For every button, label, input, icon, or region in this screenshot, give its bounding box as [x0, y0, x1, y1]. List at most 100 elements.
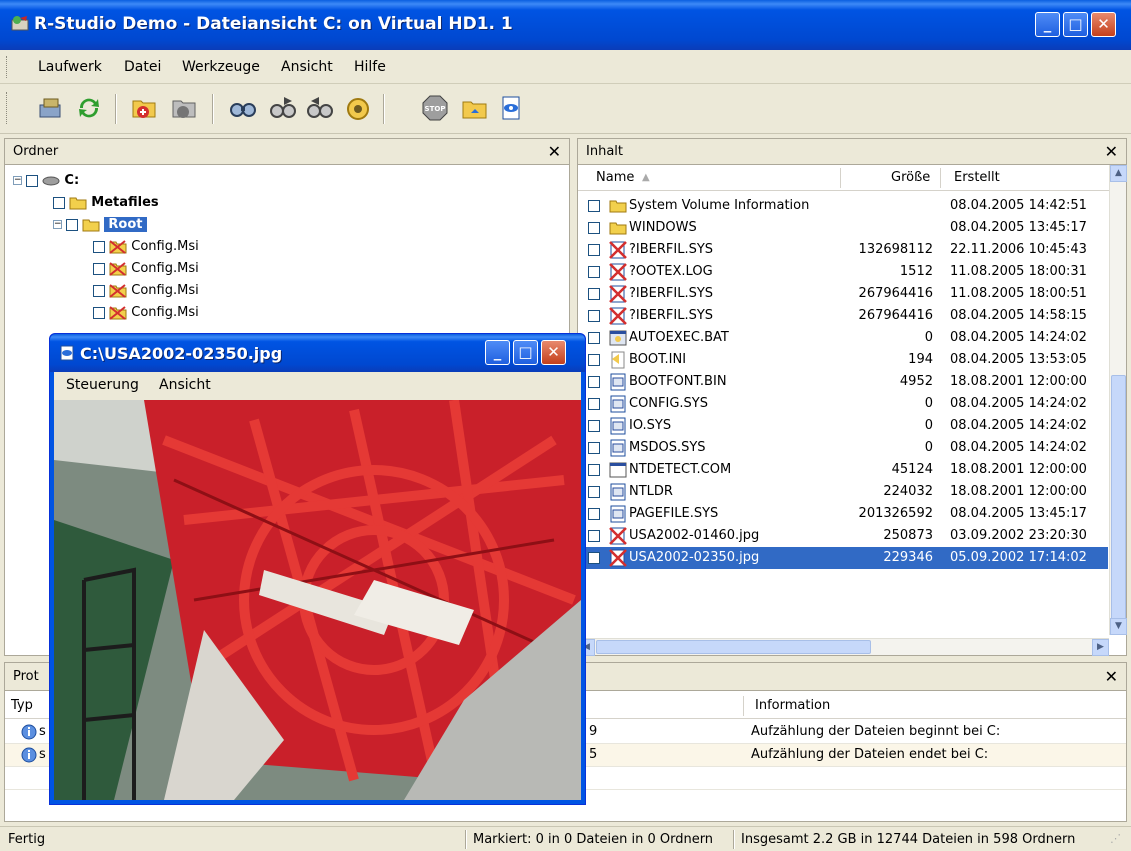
refresh-icon[interactable]	[74, 93, 104, 123]
menu-hilfe[interactable]: Hilfe	[354, 59, 386, 75]
column-header-created[interactable]: Erstellt	[954, 170, 1000, 185]
file-checkbox[interactable]	[588, 244, 600, 256]
column-header-size[interactable]: Größe	[891, 170, 930, 185]
menu-datei[interactable]: Datei	[124, 59, 161, 75]
tree-checkbox[interactable]	[93, 284, 105, 297]
file-checkbox[interactable]	[588, 376, 600, 388]
viewer-close-button[interactable]: ✕	[541, 340, 566, 365]
file-size: 229346	[883, 550, 933, 565]
file-row[interactable]: WINDOWS 08.04.2005 13:45:17	[578, 217, 1108, 239]
file-row[interactable]: CONFIG.SYS 0 08.04.2005 14:24:02	[578, 393, 1108, 415]
file-checkbox[interactable]	[588, 486, 600, 498]
file-checkbox[interactable]	[588, 288, 600, 300]
tree-node-config-msi[interactable]: Config.Msi	[93, 261, 199, 283]
viewer-minimize-button[interactable]: _	[485, 340, 510, 365]
log-panel-close-icon[interactable]: ✕	[1105, 667, 1118, 686]
file-checkbox[interactable]	[588, 354, 600, 366]
tree-node-config-msi[interactable]: Config.Msi	[93, 305, 199, 327]
horizontal-scrollbar[interactable]: ◀ ▶	[578, 638, 1109, 656]
tree-node-drive-c[interactable]: − C:	[13, 173, 79, 195]
file-checkbox[interactable]	[588, 200, 600, 212]
file-checkbox[interactable]	[588, 398, 600, 410]
image-viewer-window[interactable]: C:\USA2002-02350.jpg _ □ ✕ Steuerung Ans…	[49, 333, 586, 805]
file-checkbox[interactable]	[588, 530, 600, 542]
viewer-maximize-button[interactable]: □	[513, 340, 538, 365]
find-next-icon[interactable]	[268, 93, 298, 123]
file-row[interactable]: USA2002-01460.jpg 250873 03.09.2002 23:20:…	[578, 525, 1108, 547]
menu-werkzeuge[interactable]: Werkzeuge	[182, 59, 260, 75]
file-row[interactable]: NTLDR 224032 18.08.2001 12:00:00	[578, 481, 1108, 503]
column-divider[interactable]	[940, 168, 941, 188]
find-icon[interactable]	[228, 93, 258, 123]
file-checkbox[interactable]	[588, 420, 600, 432]
tree-checkbox[interactable]	[66, 218, 79, 231]
stop-icon[interactable]: STOP	[420, 93, 450, 123]
tree-node-root[interactable]: − Root	[53, 217, 147, 239]
toolbar-grip[interactable]	[6, 92, 9, 124]
collapse-icon[interactable]: −	[53, 220, 62, 229]
tree-checkbox[interactable]	[53, 196, 65, 209]
main-title-bar[interactable]: R-Studio Demo - Dateiansicht C: on Virtu…	[0, 0, 1131, 50]
tree-node-metafiles[interactable]: Metafiles	[53, 195, 159, 217]
recover-icon[interactable]	[130, 93, 160, 123]
file-checkbox[interactable]	[588, 266, 600, 278]
resize-grip-icon[interactable]: ⋰	[1110, 827, 1121, 851]
file-checkbox[interactable]	[588, 442, 600, 454]
tree-checkbox[interactable]	[26, 174, 39, 187]
file-checkbox[interactable]	[588, 552, 600, 564]
maximize-button[interactable]: □	[1063, 12, 1088, 37]
viewer-title-bar[interactable]: C:\USA2002-02350.jpg _ □ ✕	[50, 334, 585, 372]
column-divider[interactable]	[840, 168, 841, 188]
tree-node-config-msi[interactable]: Config.Msi	[93, 239, 199, 261]
scrollbar-thumb[interactable]	[1111, 375, 1126, 625]
preview-icon[interactable]	[497, 93, 527, 123]
file-checkbox[interactable]	[588, 464, 600, 476]
column-divider[interactable]	[743, 696, 744, 716]
tree-checkbox[interactable]	[93, 306, 105, 319]
file-checkbox[interactable]	[588, 508, 600, 520]
tree-node-config-msi[interactable]: Config.Msi	[93, 283, 199, 305]
scrollbar-thumb[interactable]	[596, 640, 871, 654]
viewer-menu-steuerung[interactable]: Steuerung	[66, 377, 139, 393]
menu-grip[interactable]	[6, 56, 9, 78]
viewer-menu-ansicht[interactable]: Ansicht	[159, 377, 211, 393]
menu-laufwerk[interactable]: Laufwerk	[38, 59, 102, 75]
vertical-scrollbar[interactable]: ▲ ▼	[1109, 165, 1127, 635]
file-row[interactable]: ?IBERFIL.SYS 267964416 11.08.2005 18:00:51	[578, 283, 1108, 305]
content-panel-close-icon[interactable]: ✕	[1105, 142, 1118, 161]
file-row[interactable]: System Volume Information 08.04.2005 14:4…	[578, 195, 1108, 217]
file-row[interactable]: BOOTFONT.BIN 4952 18.08.2001 12:00:00	[578, 371, 1108, 393]
menu-ansicht[interactable]: Ansicht	[281, 59, 333, 75]
close-button[interactable]: ✕	[1091, 12, 1116, 37]
scroll-right-icon[interactable]: ▶	[1092, 639, 1109, 656]
file-row[interactable]: USA2002-02350.jpg 229346 05.09.2002 17:14:…	[578, 547, 1108, 569]
recover-marked-icon[interactable]	[170, 93, 200, 123]
minimize-button[interactable]: _	[1035, 12, 1060, 37]
sort-ascending-icon: ▲	[642, 172, 650, 183]
file-checkbox[interactable]	[588, 310, 600, 322]
open-folder-icon[interactable]	[460, 93, 490, 123]
file-row[interactable]: MSDOS.SYS 0 08.04.2005 14:24:02	[578, 437, 1108, 459]
file-row[interactable]: ?IBERFIL.SYS 132698112 22.11.2006 10:45:43	[578, 239, 1108, 261]
drive-icon[interactable]	[36, 93, 66, 123]
file-row[interactable]: ?OOTEX.LOG 1512 11.08.2005 18:00:31	[578, 261, 1108, 283]
file-row[interactable]: PAGEFILE.SYS 201326592 08.04.2005 13:45:17	[578, 503, 1108, 525]
column-header-information[interactable]: Information	[755, 698, 830, 713]
file-row[interactable]: IO.SYS 0 08.04.2005 14:24:02	[578, 415, 1108, 437]
tree-checkbox[interactable]	[93, 240, 105, 253]
tree-checkbox[interactable]	[93, 262, 105, 275]
collapse-icon[interactable]: −	[13, 176, 22, 185]
column-header-name[interactable]: Name	[596, 170, 634, 185]
folder-panel-close-icon[interactable]: ✕	[548, 142, 561, 161]
find-previous-icon[interactable]	[305, 93, 335, 123]
column-header-type[interactable]: Typ	[11, 698, 33, 713]
file-row[interactable]: ?IBERFIL.SYS 267964416 08.04.2005 14:58:15	[578, 305, 1108, 327]
mask-icon[interactable]	[343, 93, 373, 123]
file-checkbox[interactable]	[588, 332, 600, 344]
file-checkbox[interactable]	[588, 222, 600, 234]
file-row[interactable]: BOOT.INI 194 08.04.2005 13:53:05	[578, 349, 1108, 371]
scroll-up-icon[interactable]: ▲	[1110, 165, 1127, 182]
scroll-down-icon[interactable]: ▼	[1110, 618, 1127, 635]
file-row[interactable]: AUTOEXEC.BAT 0 08.04.2005 14:24:02	[578, 327, 1108, 349]
file-row[interactable]: NTDETECT.COM 45124 18.08.2001 12:00:00	[578, 459, 1108, 481]
